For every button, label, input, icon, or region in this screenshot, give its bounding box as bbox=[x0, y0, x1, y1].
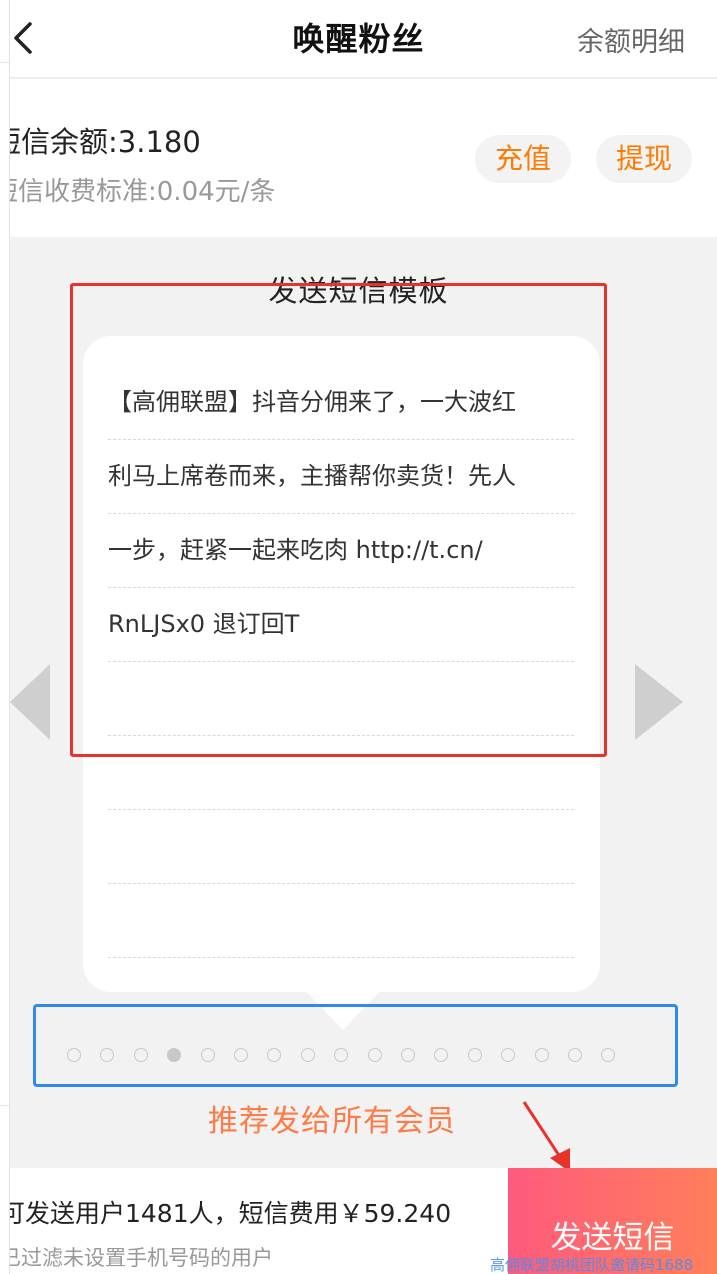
recommend-text: 推荐发给所有会员 bbox=[208, 1104, 456, 1139]
template-heading: 发送短信模板 bbox=[268, 274, 449, 308]
annotation-arrow-icon bbox=[522, 1101, 570, 1172]
template-line: 一步，赶紧一起来吃肉 http://t.cn/ bbox=[108, 514, 574, 588]
pager-dot[interactable] bbox=[401, 1048, 415, 1062]
send-summary-text: 可发送用户1481人，短信费用￥59.240 bbox=[0, 1199, 452, 1228]
edge-divider bbox=[0, 1105, 10, 1106]
pager-dot[interactable] bbox=[234, 1048, 248, 1062]
pager-dot[interactable] bbox=[534, 1048, 549, 1062]
next-template-arrow-icon[interactable] bbox=[633, 662, 685, 742]
withdraw-button[interactable]: 提现 bbox=[596, 135, 692, 183]
pager-dot[interactable] bbox=[133, 1048, 148, 1062]
pager-dot[interactable] bbox=[200, 1048, 215, 1062]
template-line: 利马上席卷而来，主播帮你卖货！先人 bbox=[108, 440, 574, 514]
pager-dot[interactable] bbox=[467, 1048, 482, 1062]
pager-dot[interactable] bbox=[67, 1048, 81, 1062]
template-line bbox=[108, 662, 574, 736]
annotation-blue-box bbox=[33, 1004, 678, 1087]
filter-note-text: 已过滤未设置手机号码的用户 bbox=[0, 1246, 273, 1270]
template-line: 【高佣联盟】抖音分佣来了，一大波红 bbox=[108, 366, 574, 440]
sms-balance-text: 短信余额:3.180 bbox=[0, 125, 201, 159]
template-line bbox=[108, 810, 574, 884]
top-nav-bar: 唤醒粉丝 余额明细 bbox=[0, 0, 717, 78]
recharge-button[interactable]: 充值 bbox=[475, 135, 571, 183]
balance-detail-link[interactable]: 余额明细 bbox=[577, 20, 685, 59]
template-line bbox=[108, 884, 574, 958]
sms-fee-standard-text: 短信收费标准:0.04元/条 bbox=[0, 177, 276, 207]
watermark-text: 高佣联盟胡桃团队邀请码1688 bbox=[490, 1256, 694, 1274]
pager-dot[interactable] bbox=[568, 1048, 582, 1062]
pager-dot[interactable] bbox=[367, 1048, 382, 1062]
template-line: RnLJSx0 退订回T bbox=[108, 588, 574, 662]
pager-dot[interactable] bbox=[300, 1048, 315, 1062]
template-line bbox=[108, 736, 574, 810]
balance-panel: 短信余额:3.180 短信收费标准:0.04元/条 充值 提现 bbox=[0, 79, 717, 237]
previous-page-edge bbox=[0, 0, 10, 1274]
edge-divider bbox=[0, 62, 10, 63]
